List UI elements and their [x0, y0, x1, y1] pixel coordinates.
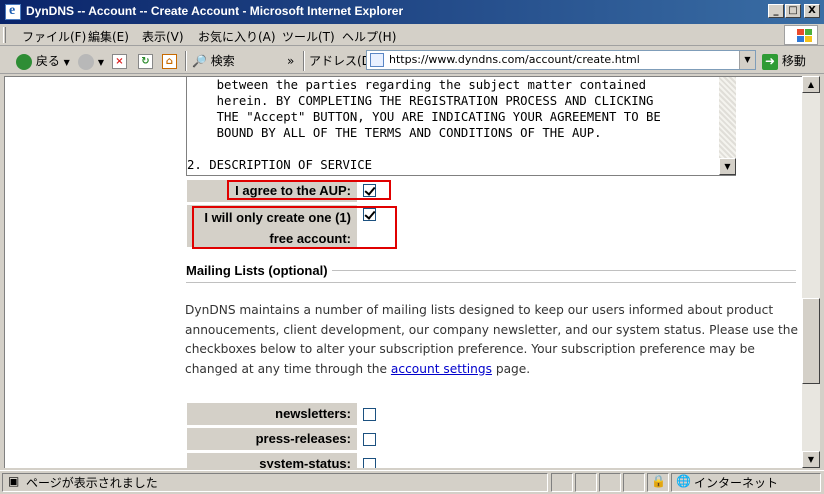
menu-favorites[interactable]: お気に入り(A) — [198, 28, 276, 45]
section-divider-lower — [186, 282, 796, 283]
address-url[interactable]: https://www.dyndns.com/account/create.ht… — [389, 53, 640, 66]
scroll-up-button[interactable]: ▲ — [802, 76, 820, 93]
mailing-description: DynDNS maintains a number of mailing lis… — [185, 301, 800, 379]
zone-label: インターネット — [694, 476, 779, 490]
status-message: ページが表示されました — [26, 476, 158, 490]
stop-icon: × — [112, 54, 127, 69]
search-icon: 🔎 — [192, 54, 207, 68]
go-arrow-icon: ➜ — [762, 53, 778, 70]
newsletters-label: newsletters: — [187, 403, 357, 425]
one-account-highlight-box — [192, 206, 397, 249]
internet-zone-icon: 🌐 — [676, 474, 691, 488]
toolbar: 戻る ▼ ▼ × ↻ ⌂ 🔎 検索 » アドレス(D) https://www.… — [0, 47, 824, 74]
toolbar-chevron[interactable]: » — [287, 51, 294, 71]
address-dropdown-icon[interactable]: ▼ — [739, 51, 755, 69]
windows-logo-icon — [784, 25, 818, 45]
forward-button[interactable]: ▼ — [78, 51, 104, 71]
mailing-lists-title: Mailing Lists (optional) — [186, 263, 332, 278]
home-button[interactable]: ⌂ — [162, 51, 177, 71]
window-title: DynDNS -- Account -- Create Account - Mi… — [26, 4, 404, 18]
search-button[interactable]: 🔎 検索 — [192, 51, 235, 71]
aup-scrollbar[interactable]: ▼ — [719, 77, 736, 175]
newsletters-checkbox[interactable] — [363, 408, 376, 421]
page-icon — [370, 53, 384, 67]
status-pane-3 — [599, 473, 621, 492]
account-settings-link[interactable]: account settings — [391, 362, 492, 376]
home-icon: ⌂ — [162, 54, 177, 69]
refresh-button[interactable]: ↻ — [138, 51, 153, 71]
back-button[interactable]: 戻る ▼ — [16, 51, 70, 71]
menubar-grip — [3, 27, 6, 43]
aup-highlight-box — [227, 180, 391, 200]
scroll-thumb[interactable] — [802, 298, 820, 384]
go-button[interactable]: ➜ 移動 — [762, 51, 806, 71]
aup-text: between the parties regarding the subjec… — [187, 78, 661, 172]
aup-scroll-down-button[interactable]: ▼ — [719, 158, 736, 175]
page-content: between the parties regarding the subjec… — [4, 76, 802, 468]
menu-help[interactable]: ヘルプ(H) — [342, 28, 396, 45]
mailing-description-end: page. — [491, 361, 531, 376]
status-pane-2 — [575, 473, 597, 492]
refresh-icon: ↻ — [138, 54, 153, 69]
system-status-label: system-status: — [187, 453, 357, 468]
aup-textarea[interactable]: between the parties regarding the subjec… — [186, 77, 736, 176]
press-releases-checkbox[interactable] — [363, 433, 376, 446]
page-scrollbar[interactable]: ▲ ▼ — [802, 76, 820, 468]
menu-file[interactable]: ファイル(F) — [22, 28, 86, 45]
back-arrow-icon — [16, 53, 32, 70]
status-bar: ▣ ページが表示されました 🔒 🌐 インターネット — [0, 470, 824, 494]
menu-bar: ファイル(F) 編集(E) 表示(V) お気に入り(A) ツール(T) ヘルプ(… — [0, 24, 824, 46]
menu-edit[interactable]: 編集(E) — [88, 28, 129, 45]
maximize-button[interactable]: □ — [785, 4, 801, 18]
search-label: 検索 — [210, 54, 235, 68]
status-pane-1 — [551, 473, 573, 492]
status-pane-4 — [623, 473, 645, 492]
menu-tools[interactable]: ツール(T) — [282, 28, 335, 45]
minimize-button[interactable]: _ — [768, 4, 784, 18]
forward-arrow-icon — [78, 53, 94, 70]
menu-view[interactable]: 表示(V) — [142, 28, 184, 45]
scroll-down-button[interactable]: ▼ — [802, 451, 820, 468]
forward-dropdown-icon[interactable]: ▼ — [98, 58, 104, 67]
stop-button[interactable]: × — [112, 51, 127, 71]
go-label: 移動 — [781, 54, 806, 68]
lock-icon: 🔒 — [651, 474, 666, 488]
back-dropdown-icon[interactable]: ▼ — [64, 58, 70, 67]
press-releases-label: press-releases: — [187, 428, 357, 450]
close-button[interactable]: X — [804, 4, 820, 18]
ie-icon[interactable] — [5, 3, 21, 20]
system-status-checkbox[interactable] — [363, 458, 376, 468]
address-bar[interactable]: https://www.dyndns.com/account/create.ht… — [366, 50, 756, 70]
title-bar: DynDNS -- Account -- Create Account - Mi… — [0, 0, 824, 24]
back-label: 戻る — [35, 54, 60, 68]
status-page-icon: ▣ — [8, 474, 20, 488]
